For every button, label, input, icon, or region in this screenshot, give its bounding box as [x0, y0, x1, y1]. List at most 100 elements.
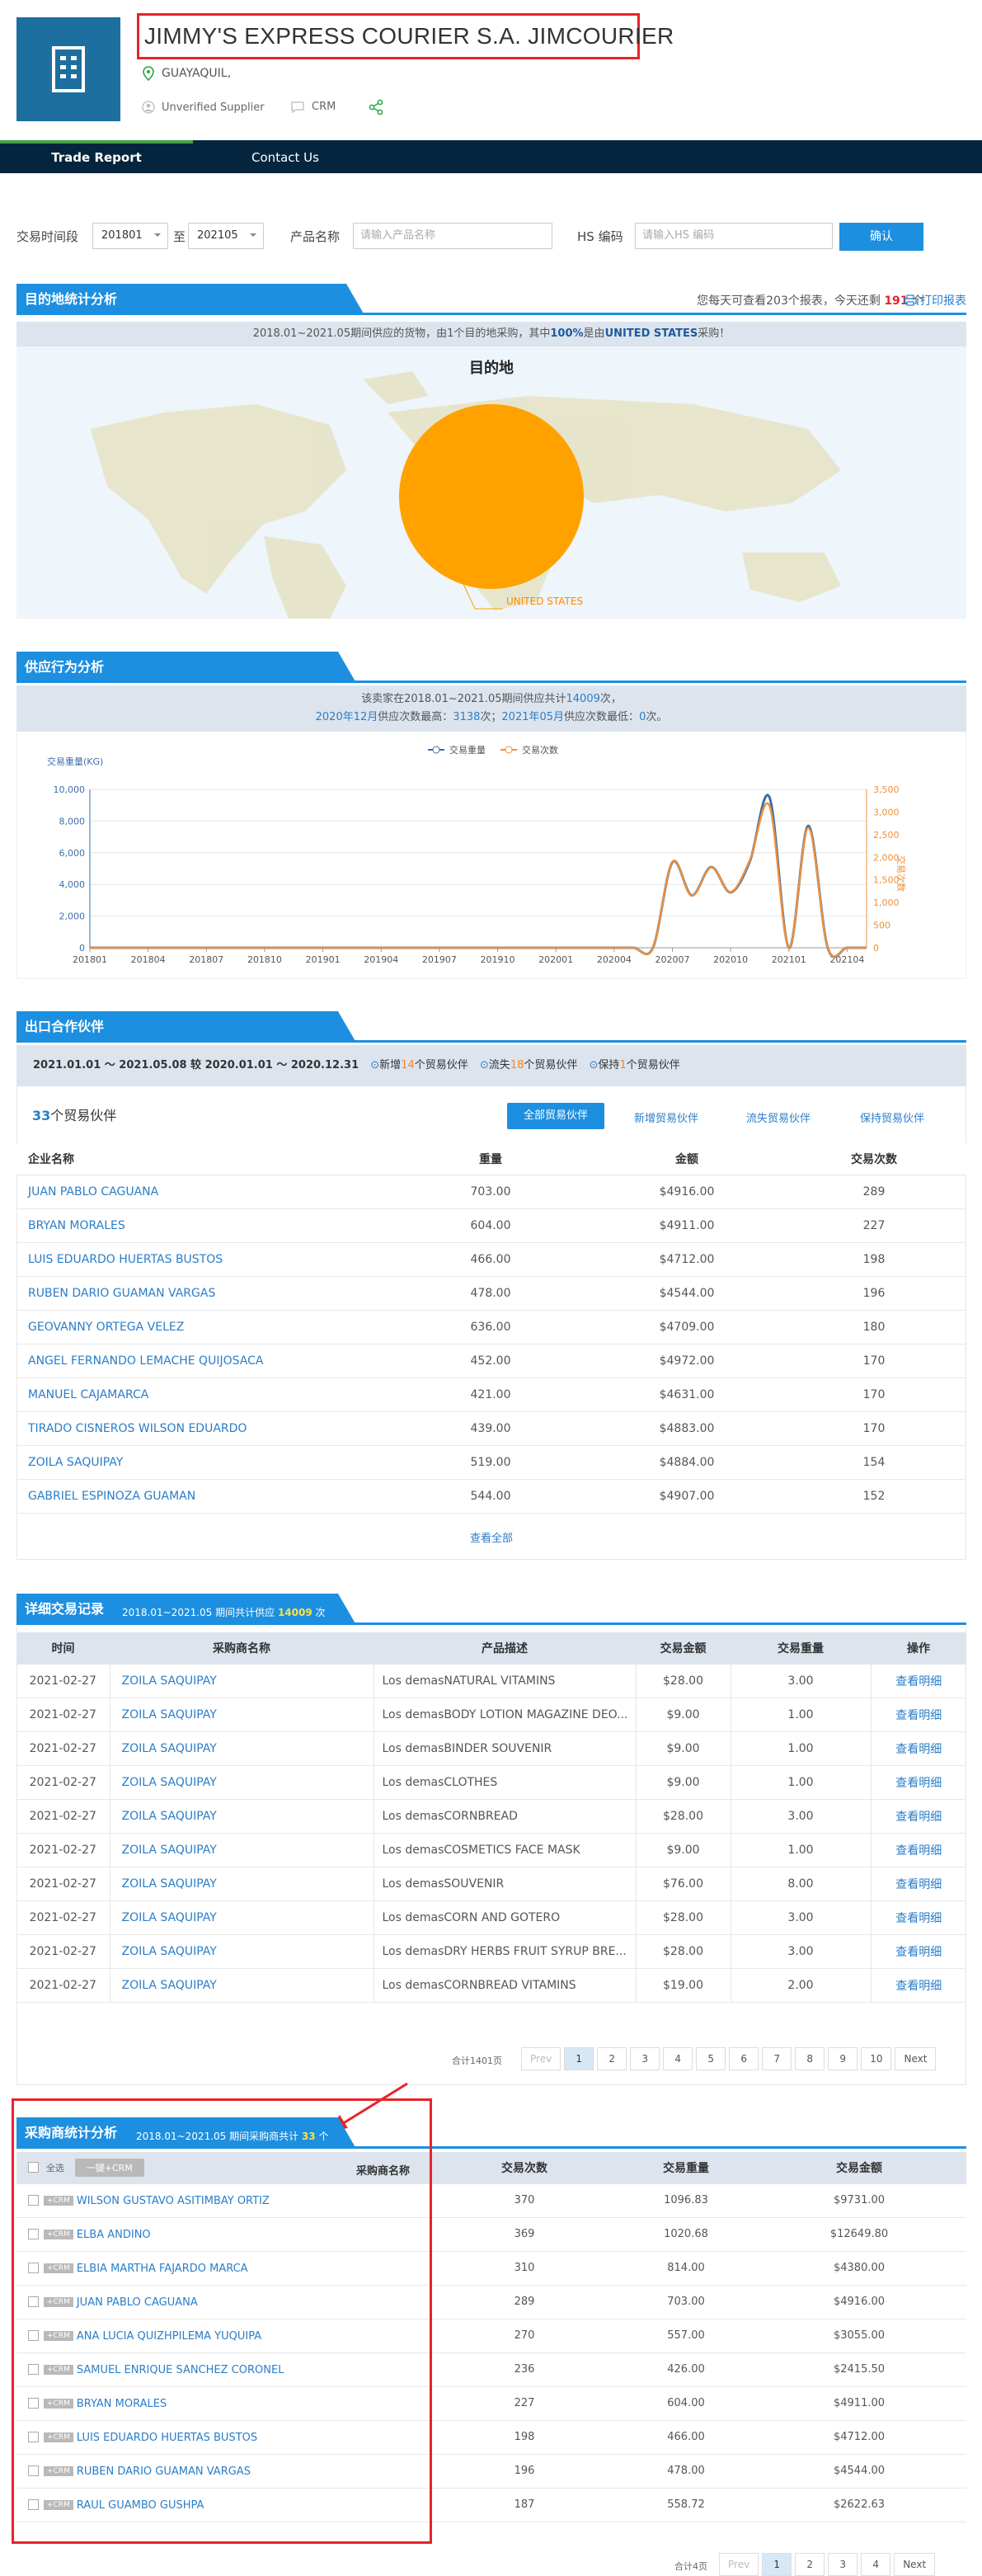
- next-page-button[interactable]: Next: [894, 2553, 936, 2576]
- partner-name[interactable]: RUBEN DARIO GUAMAN VARGAS: [16, 1276, 389, 1311]
- page-button[interactable]: 4: [861, 2553, 891, 2576]
- page-button[interactable]: 5: [696, 2047, 726, 2070]
- pie-slice-label: UNITED STATES: [506, 596, 584, 607]
- share-button[interactable]: [368, 99, 384, 115]
- view-detail-link[interactable]: 查看明细: [871, 1900, 966, 1935]
- x-tick-label: 201901: [306, 954, 341, 965]
- tab-contact-us[interactable]: Contact Us: [233, 140, 338, 173]
- tx-description: Los demasDRY HERBS FRUIT SYRUP BRE...: [374, 1934, 637, 1969]
- view-all-link[interactable]: 查看全部: [16, 1529, 966, 1545]
- supply-line-chart: 0 2,000 4,000 6,000 8,000 10,000 0 500 1,000 1,50…: [47, 744, 907, 965]
- print-report-button[interactable]: 打印报表: [904, 292, 966, 308]
- view-detail-link[interactable]: 查看明细: [871, 1968, 966, 2003]
- y2-tick-label: 3,500: [873, 784, 900, 795]
- page-button[interactable]: 4: [663, 2047, 693, 2070]
- view-detail-link[interactable]: 查看明细: [871, 1799, 966, 1834]
- product-input[interactable]: 请输入产品名称: [353, 223, 552, 249]
- confirm-button[interactable]: 确认: [839, 223, 923, 251]
- col-description: 产品描述: [374, 1632, 636, 1665]
- partner-name[interactable]: MANUEL CAJAMARCA: [16, 1377, 389, 1412]
- partner-name[interactable]: GABRIEL ESPINOZA GUAMAN: [16, 1479, 389, 1514]
- partner-name[interactable]: ANGEL FERNANDO LEMACHE QUIJOSACA: [16, 1344, 389, 1378]
- hs-input[interactable]: 请输入HS 编码: [635, 223, 833, 249]
- page-button[interactable]: 2: [597, 2047, 627, 2070]
- page-button[interactable]: 6: [729, 2047, 759, 2070]
- tx-weight: 3.00: [731, 1799, 872, 1834]
- partner-name[interactable]: TIRADO CISNEROS WILSON EDUARDO: [16, 1411, 389, 1446]
- table-row: 2021-02-27 ZOILA SAQUIPAY Los demasNATURAL…: [16, 1664, 966, 1698]
- legend-count-label[interactable]: 交易次数: [522, 744, 558, 756]
- partner-name[interactable]: GEOVANNY ORTEGA VELEZ: [16, 1310, 389, 1345]
- tx-buyer[interactable]: ZOILA SAQUIPAY: [110, 1833, 374, 1867]
- tx-weight: 1.00: [731, 1731, 872, 1766]
- table-row: 2021-02-27 ZOILA SAQUIPAY Los demasCORNBRE…: [16, 1968, 966, 2003]
- tab-lost-partners[interactable]: 流失贸易伙伴: [746, 1109, 811, 1125]
- prev-page-button[interactable]: Prev: [719, 2553, 759, 2576]
- y-tick-label: 10,000: [54, 784, 86, 795]
- crm-link[interactable]: CRM: [290, 101, 336, 113]
- partner-count: 198: [782, 1242, 966, 1277]
- partners-title: 出口合作伙伴: [16, 1011, 356, 1043]
- pie-slice-united-states[interactable]: [399, 404, 584, 589]
- view-detail-link[interactable]: 查看明细: [871, 1867, 966, 1901]
- page-button[interactable]: 8: [795, 2047, 825, 2070]
- tx-buyer[interactable]: ZOILA SAQUIPAY: [110, 1698, 374, 1732]
- lost-partners-b: 个贸易伙伴: [524, 1059, 578, 1071]
- tx-date: 2021-02-27: [16, 1664, 110, 1698]
- page-button[interactable]: 10: [861, 2047, 892, 2070]
- table-row: 2021-02-27 ZOILA SAQUIPAY Los demasCLOTHES…: [16, 1765, 966, 1800]
- tx-buyer[interactable]: ZOILA SAQUIPAY: [110, 1664, 374, 1698]
- next-page-button[interactable]: Next: [895, 2047, 937, 2070]
- tx-buyer[interactable]: ZOILA SAQUIPAY: [110, 1968, 374, 2003]
- tx-buyer[interactable]: ZOILA SAQUIPAY: [110, 1799, 374, 1834]
- page-button[interactable]: 3: [828, 2553, 858, 2576]
- x-tick-label: 201904: [364, 954, 398, 965]
- tx-buyer[interactable]: ZOILA SAQUIPAY: [110, 1731, 374, 1766]
- legend-weight-label[interactable]: 交易重量: [449, 744, 486, 756]
- partner-weight: 452.00: [389, 1344, 592, 1378]
- tx-amount: $28.00: [636, 1799, 731, 1834]
- view-detail-link[interactable]: 查看明细: [871, 1934, 966, 1969]
- tab-trade-report[interactable]: Trade Report: [0, 140, 193, 173]
- page-button[interactable]: 7: [762, 2047, 792, 2070]
- partner-amount: $4972.00: [592, 1344, 782, 1378]
- tx-buyer[interactable]: ZOILA SAQUIPAY: [110, 1934, 374, 1969]
- company-name: JIMMY'S EXPRESS COURIER S.A. JIMCOURIER: [137, 13, 674, 59]
- tab-kept-partners[interactable]: 保持贸易伙伴: [860, 1109, 924, 1125]
- period-to-select[interactable]: 202105: [188, 223, 264, 249]
- view-detail-link[interactable]: 查看明细: [871, 1731, 966, 1766]
- partner-name[interactable]: ZOILA SAQUIPAY: [16, 1445, 389, 1480]
- view-detail-link[interactable]: 查看明细: [871, 1833, 966, 1867]
- x-tick-label: 201910: [481, 954, 515, 965]
- col-buyer-weight: 交易重量: [620, 2152, 752, 2184]
- lost-partners-count: 18: [510, 1059, 524, 1071]
- period-from-select[interactable]: 201801: [92, 223, 168, 249]
- view-detail-link[interactable]: 查看明细: [871, 1664, 966, 1698]
- tx-amount: $9.00: [636, 1731, 731, 1766]
- tx-amount: $19.00: [636, 1968, 731, 2003]
- page-button[interactable]: 2: [795, 2553, 825, 2576]
- partner-name[interactable]: BRYAN MORALES: [16, 1208, 389, 1243]
- destination-section-header: 目的地统计分析 您每天可查看203个报表，今天还剩 191 个 打印报表: [16, 284, 966, 315]
- company-header: JIMMY'S EXPRESS COURIER S.A. JIMCOURIER …: [0, 0, 982, 140]
- page-button[interactable]: 3: [630, 2047, 660, 2070]
- buyer-amount: $3055.00: [752, 2319, 966, 2353]
- x-tick-label: 202001: [538, 954, 573, 965]
- view-detail-link[interactable]: 查看明细: [871, 1765, 966, 1800]
- tx-buyer[interactable]: ZOILA SAQUIPAY: [110, 1900, 374, 1935]
- tab-all-partners[interactable]: 全部贸易伙伴: [507, 1103, 604, 1129]
- col-time: 时间: [16, 1632, 110, 1665]
- tx-buyer[interactable]: ZOILA SAQUIPAY: [110, 1867, 374, 1901]
- partner-name[interactable]: JUAN PABLO CAGUANA: [16, 1175, 389, 1209]
- partner-amount: $4544.00: [592, 1276, 782, 1311]
- quota-text: 您每天可查看203个报表，今天还剩 191 个: [697, 292, 923, 308]
- prev-page-button[interactable]: Prev: [521, 2047, 561, 2070]
- page-button[interactable]: 1: [564, 2047, 594, 2070]
- partner-name[interactable]: LUIS EDUARDO HUERTAS BUSTOS: [16, 1242, 389, 1277]
- page-button[interactable]: 9: [828, 2047, 858, 2070]
- tab-new-partners[interactable]: 新增贸易伙伴: [634, 1109, 698, 1125]
- tx-buyer[interactable]: ZOILA SAQUIPAY: [110, 1765, 374, 1800]
- page-button[interactable]: 1: [762, 2553, 792, 2576]
- view-detail-link[interactable]: 查看明细: [871, 1698, 966, 1732]
- tx-weight: 3.00: [731, 1664, 872, 1698]
